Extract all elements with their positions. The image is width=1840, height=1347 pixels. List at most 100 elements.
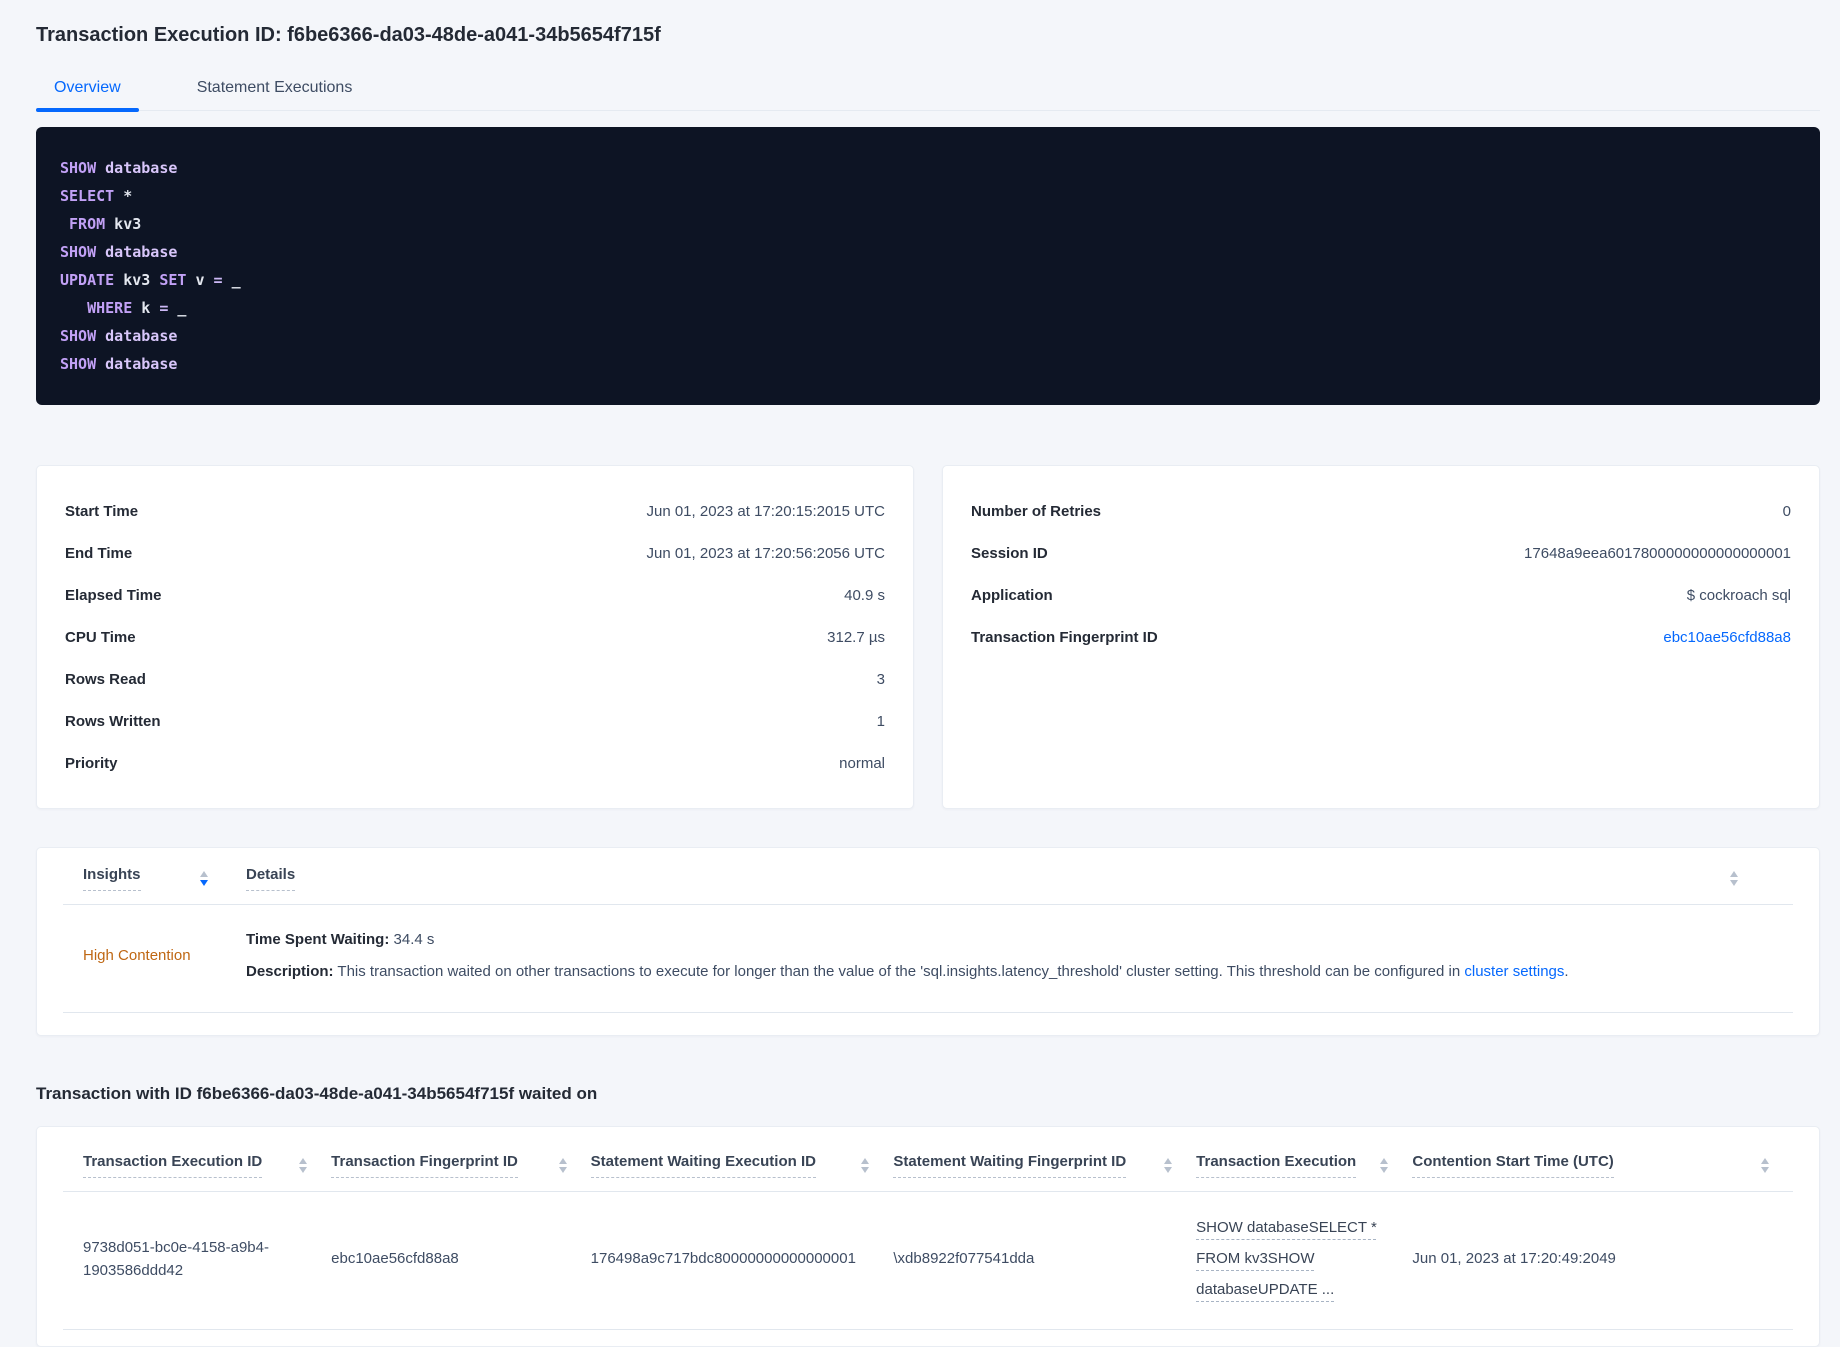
kv-row: Elapsed Time 40.9 s [65, 574, 885, 616]
table-cell: SHOW databaseSELECT * FROM kv3SHOW datab… [1196, 1191, 1413, 1330]
column-header-label[interactable]: Transaction Execution [1196, 1153, 1357, 1178]
sql-token: kv3 [105, 215, 142, 233]
timing-card-rows: Start Time Jun 01, 2023 at 17:20:15:2015 … [65, 490, 885, 784]
kv-value: Jun 01, 2023 at 17:20:56:2056 UTC [646, 544, 885, 562]
column-header-inner: Contention Start Time (UTC) [1412, 1153, 1769, 1178]
sort-down-arrow-icon [1761, 1167, 1769, 1173]
kv-value: normal [839, 754, 885, 772]
transaction-execution-link[interactable]: SHOW databaseSELECT * FROM kv3SHOW datab… [1196, 1219, 1377, 1298]
kv-row: Priority normal [65, 742, 885, 784]
summary-cards-row: Start Time Jun 01, 2023 at 17:20:15:2015 … [36, 465, 1820, 809]
sort-icon[interactable] [299, 1158, 308, 1173]
sort-icon[interactable] [1761, 1158, 1769, 1173]
table-cell: ebc10ae56cfd88a8 [331, 1191, 591, 1330]
sql-line: WHERE k = _ [60, 294, 1796, 322]
column-header: Statement Waiting Fingerprint ID [893, 1127, 1197, 1192]
waited-on-table-card: Transaction Execution ID Transaction Fing… [36, 1126, 1820, 1347]
insight-details-cell: Time Spent Waiting: 34.4 s Description: … [246, 929, 1793, 982]
column-header-inner: Statement Waiting Execution ID [590, 1153, 870, 1178]
column-header-inner: Statement Waiting Fingerprint ID [893, 1153, 1173, 1178]
sort-down-arrow-icon [1164, 1167, 1173, 1173]
column-header: Statement Waiting Execution ID [590, 1127, 894, 1192]
table-cell: 176498a9c717bdc80000000000000001 [590, 1191, 894, 1330]
sort-up-arrow-icon [299, 1158, 308, 1164]
waited-on-heading: Transaction with ID f6be6366-da03-48de-a… [36, 1084, 598, 1103]
waited-on-table: Transaction Execution ID Transaction Fing… [63, 1127, 1793, 1330]
sort-icon[interactable] [1730, 871, 1738, 886]
kv-label: Priority [65, 754, 118, 772]
column-header-label[interactable]: Transaction Execution ID [83, 1153, 263, 1178]
kv-label: Start Time [65, 502, 139, 520]
column-header: Contention Start Time (UTC) [1412, 1127, 1793, 1192]
sql-token: _ [222, 271, 241, 289]
sort-down-arrow-icon [1380, 1167, 1389, 1173]
kv-row: Start Time Jun 01, 2023 at 17:20:15:2015 … [65, 490, 885, 532]
table-cell: 9738d051-bc0e-4158-a9b4-1903586ddd42 [63, 1191, 332, 1330]
kv-row: CPU Time 312.7 µs [65, 616, 885, 658]
kv-label: CPU Time [65, 628, 136, 646]
insights-sort-header[interactable]: Insights [83, 866, 141, 891]
tab-statement-executions[interactable]: Statement Executions [179, 79, 371, 110]
kv-label: Rows Read [65, 670, 146, 688]
sort-down-arrow-icon [299, 1167, 308, 1173]
kv-row: Session ID 17648a9eea60178000000000000000… [971, 532, 1791, 574]
table-cell: Jun 01, 2023 at 17:20:49:2049 [1412, 1191, 1793, 1330]
kv-value: 3 [876, 670, 885, 688]
insights-card: Insights Details High Contention Time Sp… [36, 847, 1820, 1036]
tab-overview[interactable]: Overview [36, 79, 139, 112]
sql-line: SHOW database [60, 154, 1796, 182]
sql-token: = [213, 271, 223, 289]
cluster-settings-link[interactable]: cluster settings [1464, 963, 1564, 980]
sql-token: WHERE [87, 299, 133, 317]
column-header-inner: Transaction Execution ID [83, 1153, 308, 1178]
table-row: 9738d051-bc0e-4158-a9b4-1903586ddd42 ebc1… [63, 1191, 1793, 1330]
sql-line: UPDATE kv3 SET v = _ [60, 266, 1796, 294]
kv-label: Number of Retries [971, 502, 1102, 520]
sort-icon[interactable] [200, 871, 208, 886]
kv-value: Jun 01, 2023 at 17:20:15:2015 UTC [646, 502, 885, 520]
sql-token: database [105, 327, 178, 345]
kv-row: Transaction Fingerprint ID ebc10ae56cfd88… [971, 616, 1791, 658]
kv-row: End Time Jun 01, 2023 at 17:20:56:2056 UT… [65, 532, 885, 574]
sort-icon[interactable] [558, 1158, 567, 1173]
sql-token: SHOW [60, 355, 97, 373]
kv-label: Session ID [971, 544, 1048, 562]
sql-token: SET [159, 271, 187, 289]
time-spent-waiting: Time Spent Waiting: 34.4 s [246, 931, 435, 948]
sort-icon[interactable] [1380, 1158, 1389, 1173]
kv-row: Application $ cockroach sql [971, 574, 1791, 616]
column-header-inner: Transaction Execution [1196, 1153, 1389, 1178]
fingerprint-id-link[interactable]: ebc10ae56cfd88a8 [1663, 629, 1791, 646]
insight-row: High Contention Time Spent Waiting: 34.4… [63, 905, 1793, 1013]
column-header-label[interactable]: Transaction Fingerprint ID [331, 1153, 518, 1178]
sql-token: k [132, 299, 160, 317]
sort-up-arrow-icon [558, 1158, 567, 1164]
sort-up-arrow-icon [861, 1158, 870, 1164]
sql-line: SHOW database [60, 238, 1796, 266]
kv-value: 312.7 µs [827, 628, 885, 646]
sort-up-arrow-icon [1380, 1158, 1389, 1164]
kv-row: Rows Read 3 [65, 658, 885, 700]
sql-token: database [105, 159, 178, 177]
kv-label: Elapsed Time [65, 586, 162, 604]
column-header-inner: Transaction Fingerprint ID [331, 1153, 567, 1178]
kv-row: Rows Written 1 [65, 700, 885, 742]
session-card: Number of Retries 0 Session ID 17648a9eea60… [942, 465, 1820, 809]
column-header-label[interactable]: Statement Waiting Execution ID [590, 1153, 816, 1178]
column-header-label[interactable]: Contention Start Time (UTC) [1412, 1153, 1614, 1178]
details-column-header[interactable]: Details [246, 866, 296, 891]
sql-token: SHOW [60, 159, 97, 177]
waited-on-body: 9738d051-bc0e-4158-a9b4-1903586ddd42 ebc1… [63, 1191, 1793, 1330]
sort-icon[interactable] [861, 1158, 870, 1173]
page-title: Transaction Execution ID: f6be6366-da03-… [36, 24, 661, 46]
column-header-label[interactable]: Statement Waiting Fingerprint ID [893, 1153, 1127, 1178]
sort-down-arrow-icon [861, 1167, 870, 1173]
sort-icon[interactable] [1164, 1158, 1173, 1173]
sql-token: SHOW [60, 243, 97, 261]
sql-token: kv3 [114, 271, 160, 289]
